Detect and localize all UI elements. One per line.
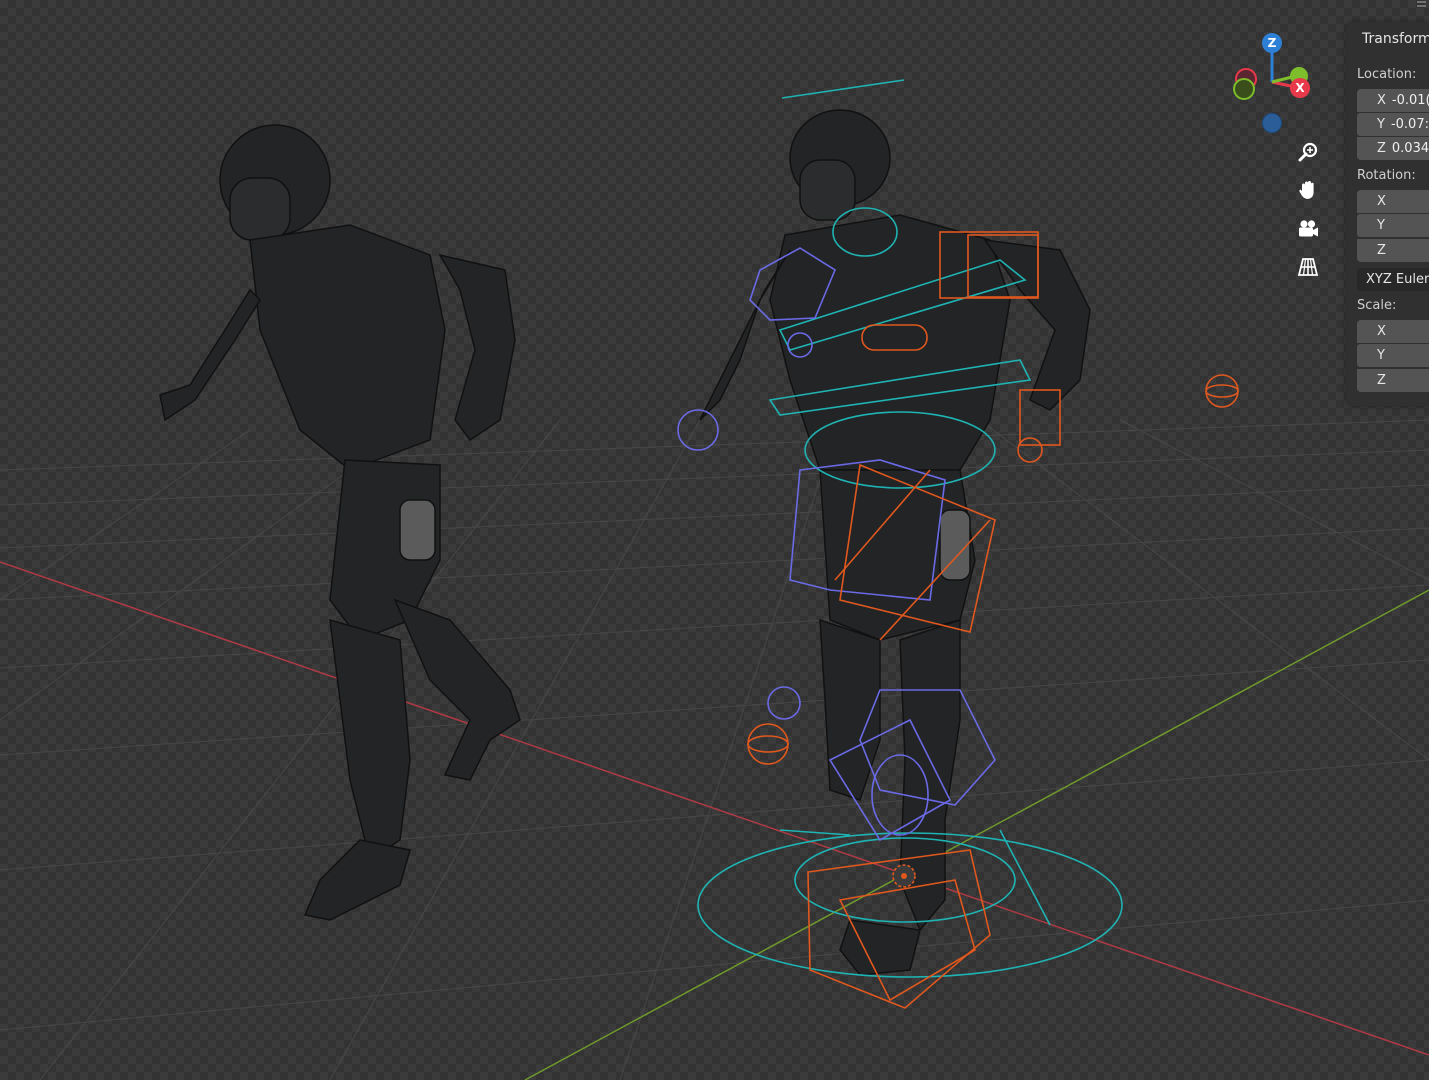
- zoom-icon[interactable]: [1293, 137, 1323, 167]
- grid-icon[interactable]: [1293, 252, 1323, 282]
- location-x-axis: X: [1377, 93, 1386, 108]
- grid-glyph: [1297, 258, 1319, 276]
- scale-x-axis: X: [1377, 324, 1386, 339]
- scale-z-field[interactable]: Z: [1357, 369, 1429, 392]
- navigation-gizmo[interactable]: Z X: [1226, 30, 1326, 135]
- gizmo-z-ball[interactable]: Z: [1262, 33, 1282, 53]
- location-z-field[interactable]: Z 0.034: [1357, 137, 1429, 160]
- gizmo-neg-z-ball[interactable]: [1262, 113, 1282, 133]
- camera-glyph: [1299, 220, 1318, 237]
- camera-icon[interactable]: [1293, 214, 1323, 244]
- scale-label: Scale:: [1357, 298, 1397, 313]
- transform-panel-header[interactable]: Transform: [1346, 22, 1429, 56]
- scale-x-field[interactable]: X: [1357, 320, 1429, 343]
- 3d-viewport[interactable]: Z X Transform Location: X -0.01( Y -0.07…: [0, 0, 1429, 1080]
- rotation-x-axis: X: [1377, 194, 1386, 209]
- area-corner-icon[interactable]: [1414, 0, 1429, 12]
- rotation-mode-value: XYZ Euler: [1366, 272, 1429, 287]
- location-x-value: -0.01(: [1391, 93, 1429, 108]
- sidebar-n-panel: Transform Location: X -0.01( Y -0.07: Z …: [1346, 22, 1429, 406]
- rotation-y-axis: Y: [1377, 218, 1385, 233]
- hand-icon[interactable]: [1293, 175, 1323, 205]
- y-axis-line: [524, 589, 1429, 1080]
- robot-mesh-left: [159, 124, 521, 921]
- location-x-field[interactable]: X -0.01(: [1357, 89, 1429, 112]
- rotation-z-field[interactable]: Z: [1357, 239, 1429, 262]
- location-y-field[interactable]: Y -0.07:: [1357, 113, 1429, 136]
- scale-y-axis: Y: [1377, 348, 1385, 363]
- gizmo-x-ball[interactable]: X: [1290, 78, 1310, 98]
- transform-panel-title: Transform: [1362, 31, 1429, 47]
- rotation-mode-dropdown[interactable]: XYZ Euler: [1357, 268, 1429, 291]
- location-label: Location:: [1357, 67, 1417, 82]
- x-axis-line: [0, 561, 1429, 1056]
- rotation-y-field[interactable]: Y: [1357, 214, 1429, 237]
- location-y-axis: Y: [1377, 117, 1385, 132]
- scale-y-field[interactable]: Y: [1357, 344, 1429, 367]
- zoom-glyph: [1298, 142, 1318, 162]
- hand-glyph: [1299, 181, 1314, 199]
- rotation-z-axis: Z: [1377, 243, 1386, 258]
- location-z-axis: Z: [1377, 141, 1386, 156]
- gizmo-x-label: X: [1295, 81, 1305, 95]
- gizmo-z-label: Z: [1267, 36, 1277, 50]
- rotation-label: Rotation:: [1357, 168, 1416, 183]
- scale-z-axis: Z: [1377, 373, 1386, 388]
- location-y-value: -0.07:: [1390, 117, 1429, 132]
- gizmo-neg-y-ball[interactable]: [1233, 78, 1255, 100]
- location-z-value: 0.034: [1391, 141, 1429, 156]
- rotation-x-field[interactable]: X: [1357, 190, 1429, 213]
- scene-canvas: [0, 79, 1429, 1080]
